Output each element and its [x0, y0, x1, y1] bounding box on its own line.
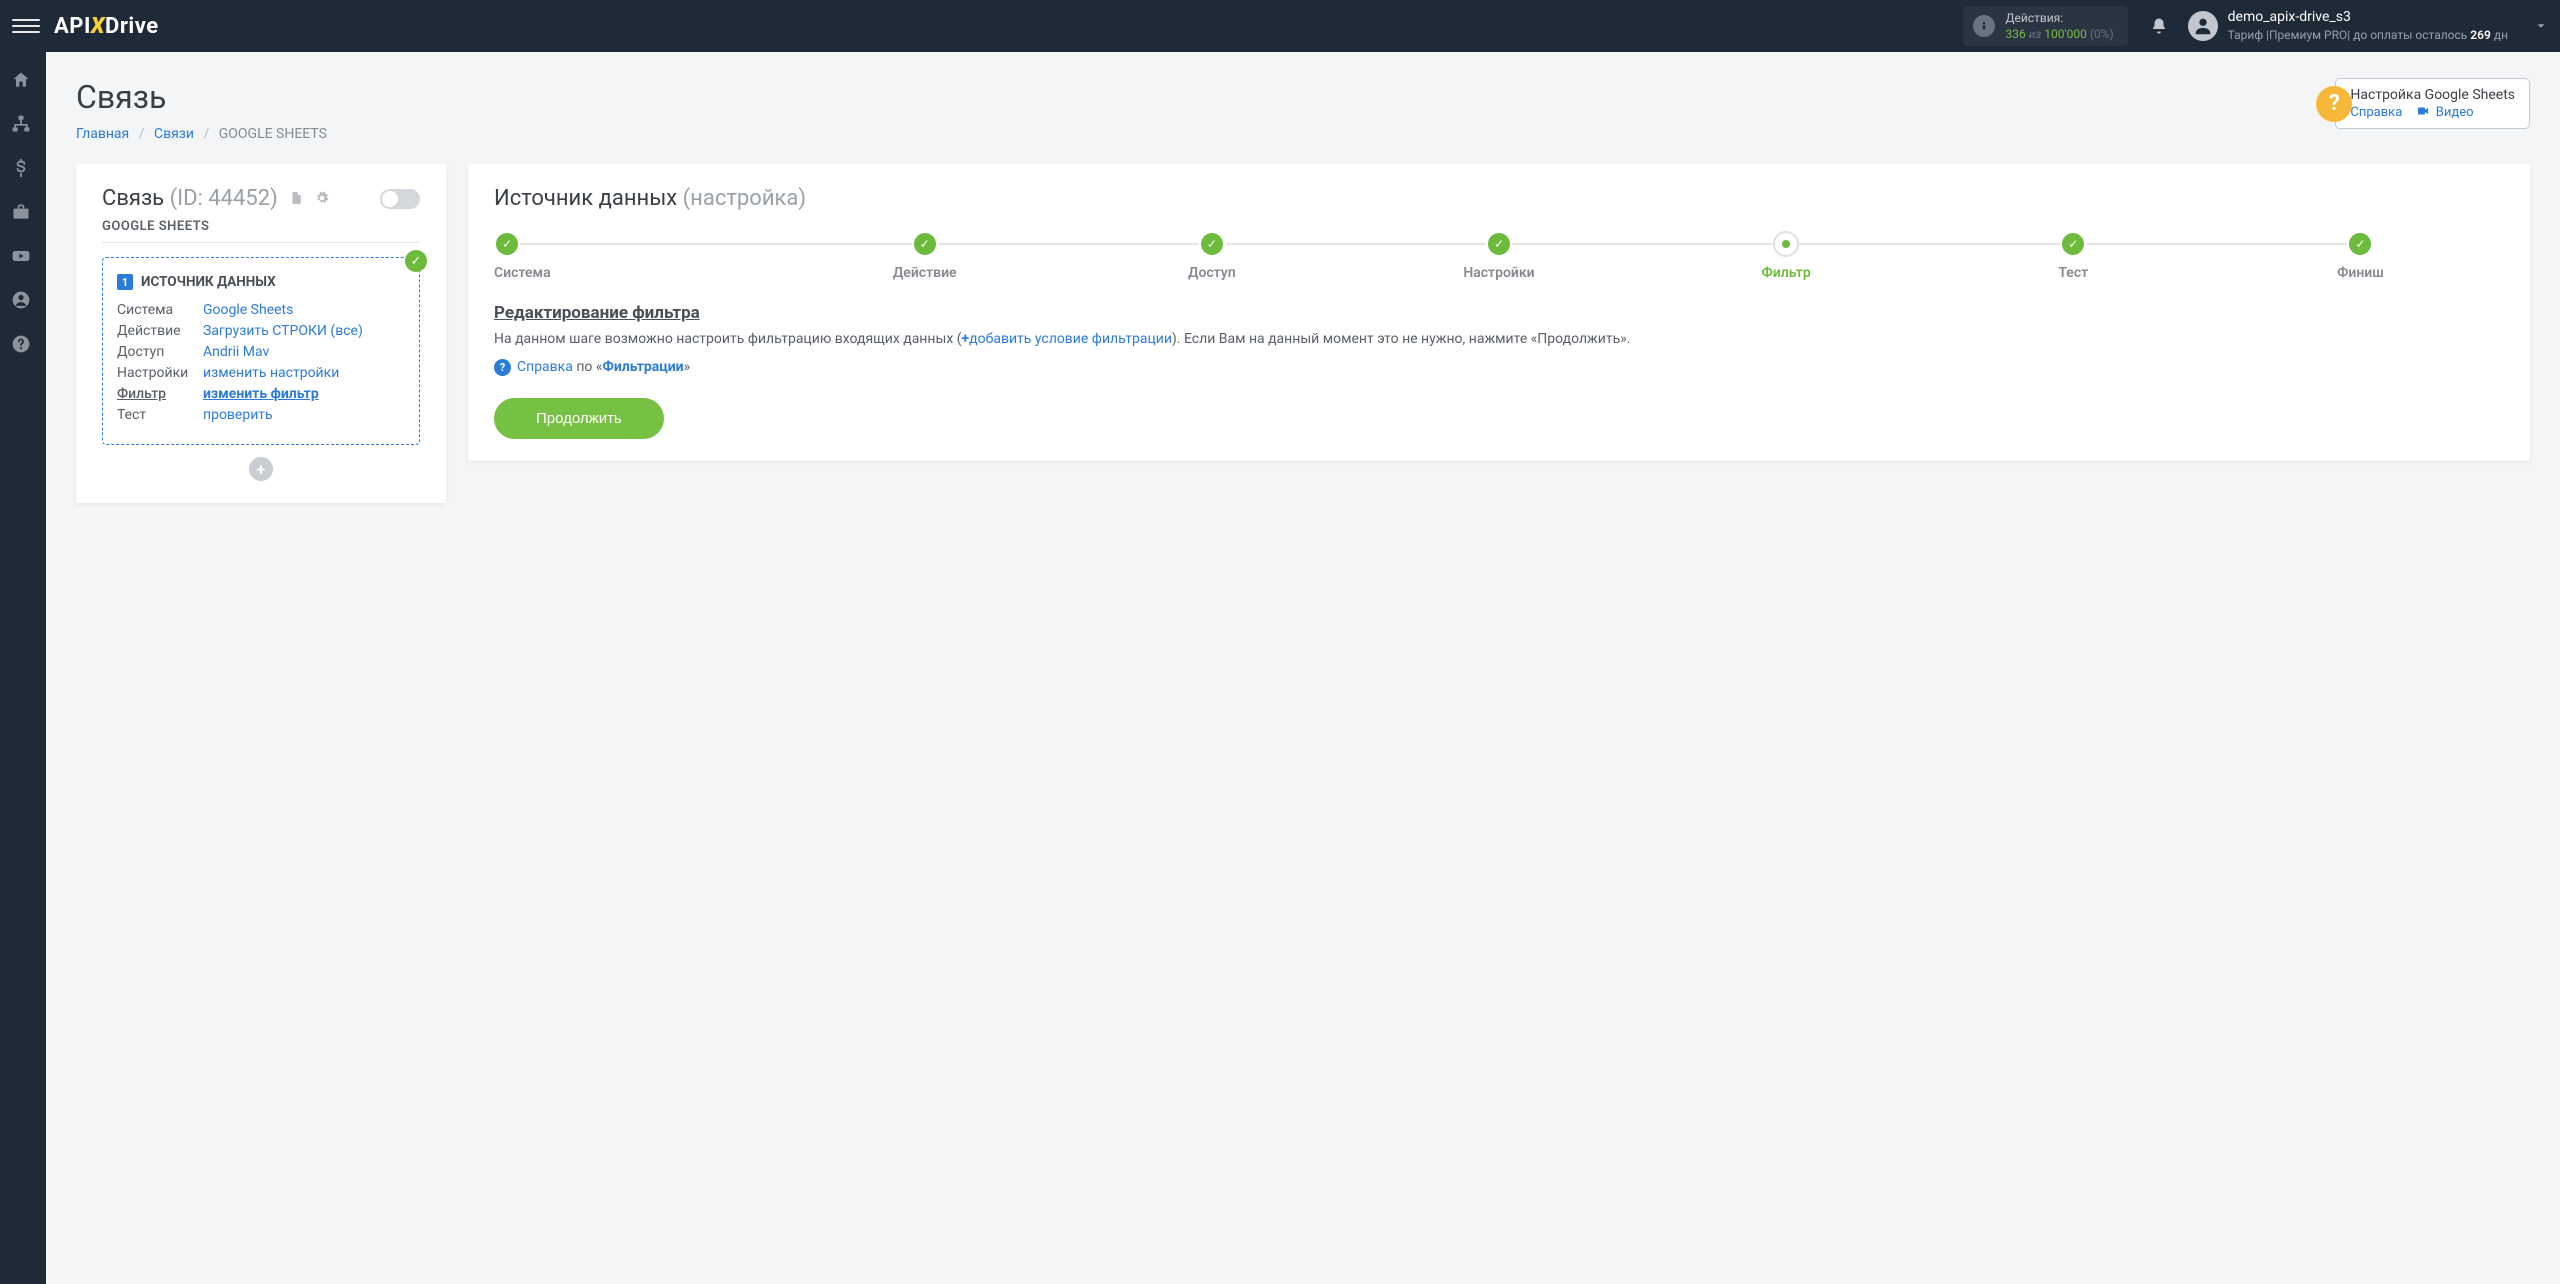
- source-row: Настройкиизменить настройки: [117, 365, 405, 381]
- avatar-icon: [2188, 11, 2218, 41]
- main-content: Связь Главная / Связи / GOOGLE SHEETS ? …: [46, 52, 2560, 529]
- help-filter-link[interactable]: Фильтрации: [602, 359, 683, 375]
- file-icon[interactable]: [289, 191, 303, 209]
- step-3[interactable]: ✓Настройки: [1355, 231, 1642, 281]
- help-ref[interactable]: Справка: [517, 359, 573, 375]
- card-subtitle: GOOGLE SHEETS: [102, 219, 420, 243]
- row-link[interactable]: проверить: [203, 407, 273, 423]
- gear-icon[interactable]: [315, 191, 329, 209]
- config-title: Источник данных (настройка): [494, 186, 2504, 211]
- source-row: СистемаGoogle Sheets: [117, 302, 405, 318]
- step-4[interactable]: Фильтр: [1643, 231, 1930, 281]
- chevron-down-icon[interactable]: [2534, 19, 2548, 33]
- briefcase-icon[interactable]: [11, 202, 35, 222]
- actions-counter[interactable]: Действия: 336 из 100'000 (0%): [1963, 6, 2127, 46]
- row-link[interactable]: изменить фильтр: [203, 386, 319, 402]
- card-title: Связь (ID: 44452): [102, 186, 329, 211]
- logo[interactable]: APIXDrive: [54, 14, 159, 39]
- help-ref-link[interactable]: Справка: [2350, 105, 2402, 120]
- question-icon[interactable]: ?: [2316, 86, 2352, 122]
- bell-icon[interactable]: [2150, 17, 2168, 35]
- config-card: Источник данных (настройка) ✓Система✓Дей…: [468, 164, 2530, 461]
- row-link[interactable]: Загрузить СТРОКИ (все): [203, 323, 363, 339]
- row-link[interactable]: Google Sheets: [203, 302, 293, 318]
- menu-icon[interactable]: [12, 12, 40, 40]
- source-row: Фильтризменить фильтр: [117, 386, 405, 402]
- sitemap-icon[interactable]: [11, 114, 35, 134]
- sidebar-rail: [0, 52, 46, 1284]
- section-title: Редактирование фильтра: [494, 303, 2504, 323]
- page-title: Связь: [76, 78, 327, 116]
- user-icon[interactable]: [11, 290, 35, 310]
- add-filter-link[interactable]: +добавить условие фильтрации: [962, 331, 1172, 347]
- step-5[interactable]: ✓Тест: [1930, 231, 2217, 281]
- source-title: 1 ИСТОЧНИК ДАННЫХ: [117, 274, 405, 290]
- enable-toggle[interactable]: [380, 189, 420, 209]
- breadcrumb-links[interactable]: Связи: [154, 126, 194, 142]
- video-icon: [2416, 105, 2433, 120]
- row-key: Тест: [117, 407, 203, 423]
- info-icon: [1973, 15, 1995, 37]
- row-key: Доступ: [117, 344, 203, 360]
- help-box: ? Настройка Google Sheets Справка Видео: [2335, 78, 2530, 129]
- row-link[interactable]: Andrii Mav: [203, 344, 269, 360]
- step-6[interactable]: ✓Финиш: [2217, 231, 2504, 281]
- breadcrumb: Главная / Связи / GOOGLE SHEETS: [76, 126, 327, 142]
- description: На данном шаге возможно настроить фильтр…: [494, 329, 2504, 351]
- dollar-icon[interactable]: [11, 158, 35, 178]
- row-key: Система: [117, 302, 203, 318]
- breadcrumb-current: GOOGLE SHEETS: [219, 126, 327, 142]
- step-progress: ✓Система✓Действие✓Доступ✓НастройкиФильтр…: [494, 231, 2504, 281]
- tariff-info: Тариф |Премиум PRO| до оплаты осталось 2…: [2228, 27, 2508, 44]
- help-video-link[interactable]: Видео: [2436, 105, 2474, 120]
- step-1[interactable]: ✓Действие: [781, 231, 1068, 281]
- check-icon: ✓: [405, 250, 427, 272]
- question-small-icon: ?: [494, 359, 511, 376]
- step-2[interactable]: ✓Доступ: [1068, 231, 1355, 281]
- help-icon[interactable]: [11, 334, 35, 354]
- youtube-icon[interactable]: [11, 246, 35, 266]
- help-line: ? Справка по «Фильтрации»: [494, 359, 2504, 376]
- row-key: Действие: [117, 323, 203, 339]
- source-row: ДействиеЗагрузить СТРОКИ (все): [117, 323, 405, 339]
- continue-button[interactable]: Продолжить: [494, 398, 664, 439]
- row-key: Настройки: [117, 365, 203, 381]
- connection-card: Связь (ID: 44452) GOOGLE SHEETS ✓ 1 ИСТО…: [76, 164, 446, 503]
- source-row: Тестпроверить: [117, 407, 405, 423]
- add-button[interactable]: +: [249, 457, 273, 481]
- breadcrumb-home[interactable]: Главная: [76, 126, 129, 142]
- source-row: ДоступAndrii Mav: [117, 344, 405, 360]
- top-header: APIXDrive Действия: 336 из 100'000 (0%) …: [0, 0, 2560, 52]
- user-menu[interactable]: demo_apix-drive_s3 Тариф |Премиум PRO| д…: [2188, 8, 2548, 44]
- username: demo_apix-drive_s3: [2228, 8, 2508, 28]
- home-icon[interactable]: [11, 70, 35, 90]
- row-link[interactable]: изменить настройки: [203, 365, 339, 381]
- actions-label: Действия:: [2005, 10, 2113, 26]
- help-title: Настройка Google Sheets: [2350, 87, 2515, 103]
- step-0[interactable]: ✓Система: [494, 231, 781, 281]
- source-box: ✓ 1 ИСТОЧНИК ДАННЫХ СистемаGoogle Sheets…: [102, 257, 420, 445]
- row-key: Фильтр: [117, 386, 203, 402]
